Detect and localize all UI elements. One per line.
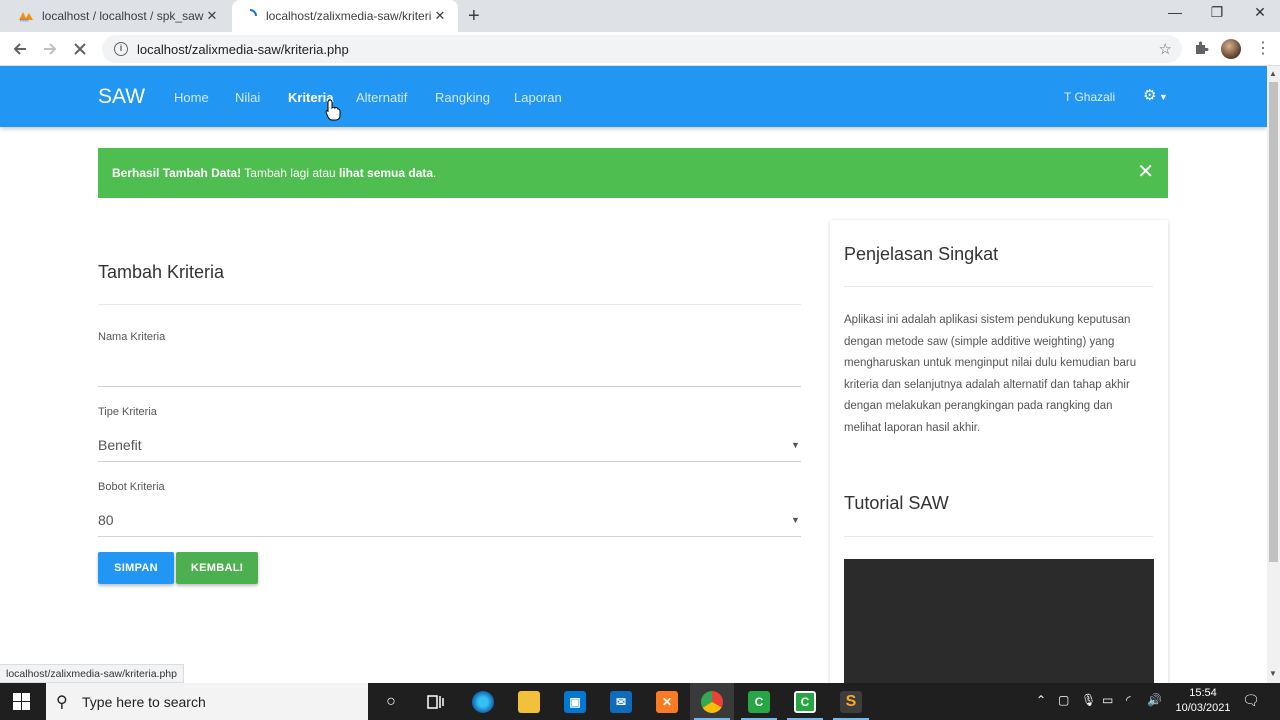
notification-center-icon[interactable]: 🗨 [1242, 692, 1260, 709]
tutorial-title: Tutorial SAW [844, 493, 949, 513]
gear-icon[interactable]: ⚙ ▼ [1143, 86, 1168, 104]
web-page: SAW Home Nilai Kriteria Alternatif Rangk… [0, 66, 1267, 683]
brand-logo[interactable]: SAW [98, 85, 145, 109]
minimize-button[interactable]: — [1152, 4, 1198, 20]
nama-kriteria-input[interactable] [98, 360, 801, 384]
phpmyadmin-icon: PMA [18, 8, 34, 24]
close-tab-icon[interactable]: ✕ [432, 8, 448, 24]
wifi-icon[interactable]: ◜ [1126, 693, 1131, 707]
bookmark-star-icon[interactable]: ☆ [1159, 40, 1172, 58]
scroll-up-arrow-icon[interactable]: ▲ [1269, 69, 1277, 78]
svg-text:PMA: PMA [20, 18, 29, 22]
alert-strong-text: Berhasil Tambah Data! [112, 166, 242, 180]
battery-icon[interactable]: ▭ [1102, 693, 1113, 707]
new-tab-button[interactable]: + [468, 6, 480, 26]
kembali-button[interactable]: KEMBALI [176, 552, 258, 584]
info-panel: Penjelasan Singkat Aplikasi ini adalah a… [830, 220, 1168, 683]
divider [844, 536, 1153, 537]
status-bar-url: localhost/zalixmedia-saw/kriteria.php [0, 664, 184, 683]
camtasia-icon[interactable]: C [748, 691, 770, 713]
edge-browser-icon[interactable] [472, 691, 494, 713]
extensions-puzzle-icon[interactable] [1193, 40, 1209, 60]
caret-down-icon: ▼ [1156, 92, 1168, 102]
cortana-icon[interactable]: ○ [380, 691, 402, 713]
select-underline [98, 461, 801, 462]
taskbar-search-box[interactable]: ⚲ Type here to search [46, 683, 368, 720]
nav-nilai[interactable]: Nilai [235, 90, 260, 105]
search-placeholder: Type here to search [82, 693, 206, 710]
tutorial-video[interactable] [844, 559, 1154, 683]
scrollbar-thumb[interactable] [1269, 82, 1278, 562]
windows-taskbar: ⚲ Type here to search ○ ▣ ✉ ✕ C C S ⌃ ▢ … [0, 683, 1280, 720]
close-alert-icon[interactable]: ✕ [1137, 162, 1154, 182]
meet-now-icon[interactable]: ▢ [1058, 693, 1069, 707]
forward-arrow-icon[interactable] [38, 37, 62, 61]
nav-home[interactable]: Home [174, 90, 209, 105]
camtasia-recorder-icon[interactable]: C [794, 691, 816, 713]
chrome-icon[interactable] [701, 691, 723, 713]
page-scrollbar[interactable]: ▲ ▼ [1267, 66, 1280, 683]
windows-start-icon[interactable] [13, 693, 30, 710]
app-navbar: SAW Home Nilai Kriteria Alternatif Rangk… [0, 66, 1267, 127]
close-window-button[interactable]: ✕ [1237, 4, 1280, 21]
nav-rangking[interactable]: Rangking [435, 90, 490, 105]
info-icon[interactable]: i [114, 42, 128, 56]
show-hidden-icons-icon[interactable]: ⌃ [1036, 693, 1046, 707]
mail-icon[interactable]: ✉ [610, 691, 632, 713]
nama-kriteria-label: Nama Kriteria [98, 331, 166, 343]
address-bar[interactable]: i localhost/zalixmedia-saw/kriteria.php … [102, 35, 1182, 63]
browser-tab-phpmyadmin[interactable]: PMA localhost / localhost / spk_saw | p … [8, 0, 230, 32]
simpan-button[interactable]: SIMPAN [98, 552, 174, 584]
taskbar-clock[interactable]: 15:54 10/03/2021 [1168, 686, 1238, 716]
hand-cursor-icon [325, 99, 341, 126]
browser-menu-icon[interactable]: ⋮ [1255, 38, 1271, 58]
microphone-icon[interactable]: 🎙 [1081, 693, 1096, 707]
alert-link[interactable]: lihat semua data [339, 166, 433, 180]
task-view-icon[interactable] [425, 691, 447, 713]
url-text: localhost/zalixmedia-saw/kriteria.php [137, 41, 349, 57]
panel-description: Aplikasi ini adalah aplikasi sistem pend… [844, 314, 1137, 434]
alert-text-end: . [433, 166, 437, 180]
loading-spinner-icon [242, 8, 258, 24]
divider [98, 304, 801, 305]
back-arrow-icon[interactable] [8, 37, 32, 61]
browser-toolbar: i localhost/zalixmedia-saw/kriteria.php … [0, 32, 1280, 66]
stop-loading-icon[interactable] [68, 37, 92, 61]
tab-title: localhost/zalixmedia-saw/kriteria [266, 9, 432, 23]
input-underline [98, 386, 801, 387]
nav-alternatif[interactable]: Alternatif [356, 90, 407, 105]
xampp-icon[interactable]: ✕ [656, 691, 678, 713]
scroll-down-arrow-icon[interactable]: ▼ [1269, 669, 1277, 678]
volume-icon[interactable]: 🔊 [1147, 693, 1162, 707]
success-alert: Berhasil Tambah Data! Tambah lagi atau l… [98, 148, 1168, 198]
browser-tab-kriteria[interactable]: localhost/zalixmedia-saw/kriteria ✕ [232, 0, 458, 32]
sublime-text-icon[interactable]: S [840, 691, 862, 713]
divider [844, 286, 1153, 287]
close-tab-icon[interactable]: ✕ [204, 8, 220, 24]
profile-avatar[interactable] [1221, 39, 1241, 59]
restore-button[interactable]: ❐ [1194, 4, 1240, 21]
dropdown-caret-icon[interactable]: ▼ [791, 515, 800, 525]
tab-title: localhost / localhost / spk_saw | p [42, 9, 204, 23]
clock-time: 15:54 [1189, 687, 1217, 699]
nav-laporan[interactable]: Laporan [514, 90, 562, 105]
bobot-kriteria-label: Bobot Kriteria [98, 481, 165, 493]
user-name[interactable]: T Ghazali [1064, 90, 1115, 104]
select-underline [98, 536, 801, 537]
clock-date: 10/03/2021 [1175, 702, 1231, 714]
file-explorer-icon[interactable] [518, 691, 540, 713]
search-icon: ⚲ [56, 694, 68, 711]
tipe-kriteria-label: Tipe Kriteria [98, 406, 157, 418]
bobot-kriteria-select[interactable]: 80 [98, 512, 801, 528]
dropdown-caret-icon[interactable]: ▼ [791, 440, 800, 450]
panel-title: Penjelasan Singkat [844, 244, 999, 264]
alert-text: Tambah lagi atau [241, 166, 340, 180]
browser-tabstrip: PMA localhost / localhost / spk_saw | p … [0, 0, 1280, 32]
store-icon[interactable]: ▣ [564, 691, 586, 713]
tipe-kriteria-select[interactable]: Benefit [98, 437, 801, 453]
form-title: Tambah Kriteria [98, 262, 225, 282]
